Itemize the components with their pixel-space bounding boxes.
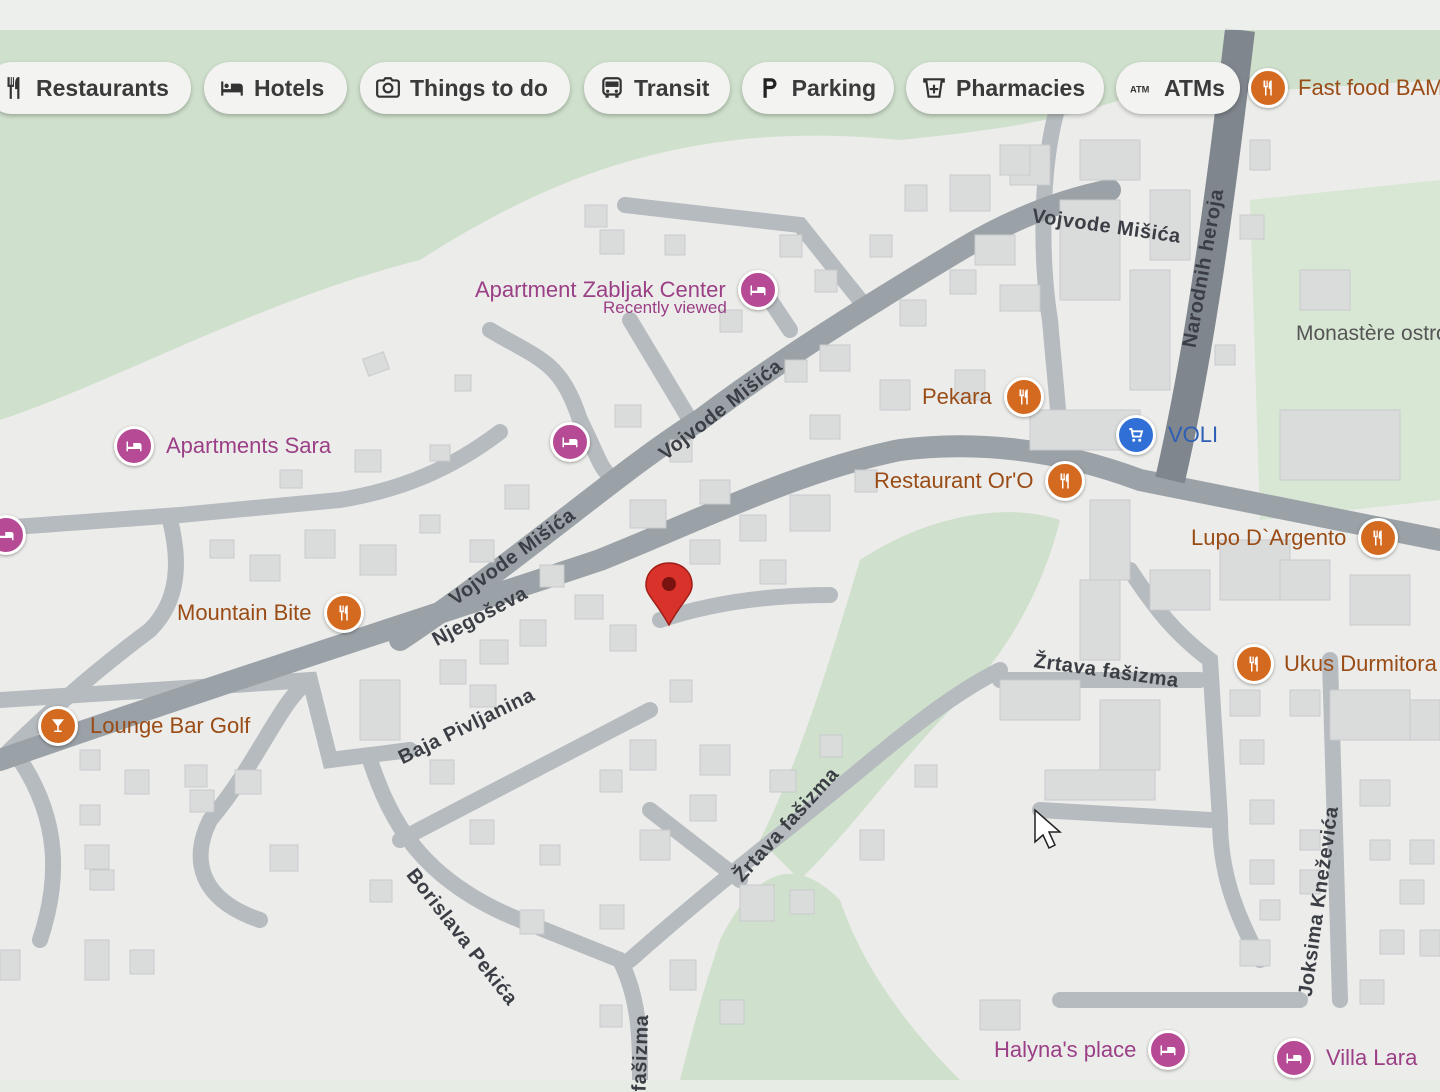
pharmacy-icon: [920, 74, 948, 102]
poi-label: Halyna's place: [994, 1037, 1137, 1062]
recently-viewed-note: Recently viewed: [603, 298, 727, 317]
poi-label: Villa Lara: [1326, 1045, 1418, 1070]
svg-text:ATM: ATM: [1130, 85, 1150, 95]
hotel-pin-icon: [1274, 1038, 1314, 1078]
street-label-zrtava-fasizma-bottom: fašizma: [628, 1014, 654, 1092]
hotel-pin-icon: [114, 426, 154, 466]
hotel-pin-icon: [0, 515, 26, 555]
restaurant-pin-icon: [1003, 377, 1044, 417]
parking-icon: [756, 74, 784, 102]
chip-label: Transit: [634, 74, 710, 101]
hotel-pin-icon: [550, 422, 590, 462]
poi-lupo-dargento[interactable]: Lupo D`Argento: [1191, 518, 1399, 558]
place-label-monastery: Monastère ostrog: [1296, 322, 1440, 345]
poi-hotel-unnamed[interactable]: [550, 422, 590, 462]
chip-hotels[interactable]: Hotels: [204, 62, 347, 114]
chip-label: Pharmacies: [956, 74, 1086, 101]
poi-label: Apartments Sara: [166, 433, 332, 458]
chip-label: Hotels: [254, 74, 325, 101]
shopping-cart-pin-icon: [1116, 415, 1156, 455]
poi-label: VOLI: [1168, 422, 1219, 447]
poi-voli[interactable]: VOLI: [1116, 415, 1218, 455]
poi-villa-lara[interactable]: Villa Lara: [1274, 1038, 1417, 1078]
poi-restaurant-oro[interactable]: Restaurant Or'O: [874, 461, 1086, 501]
poi-fast-food[interactable]: Fast food BAMI: [1248, 68, 1440, 108]
chip-label: Things to do: [410, 74, 548, 101]
atm-icon: ATM: [1130, 74, 1156, 102]
poi-lounge-bar-golf[interactable]: Lounge Bar Golf: [38, 706, 250, 746]
filter-chip-bar: Restaurants Hotels Things to do Transit …: [0, 62, 1440, 118]
poi-label: Restaurant Or'O: [874, 468, 1034, 493]
poi-label: Lounge Bar Golf: [90, 713, 251, 738]
restaurant-pin-icon: [1234, 644, 1274, 684]
poi-apartments-sara[interactable]: Apartments Sara: [114, 426, 331, 466]
bus-icon: [598, 74, 626, 102]
poi-label: Fast food BAMI: [1298, 75, 1440, 100]
chip-label: Restaurants: [36, 74, 169, 101]
poi-mountain-bite[interactable]: Mountain Bite: [177, 593, 364, 633]
chip-parking[interactable]: Parking: [742, 62, 894, 114]
poi-hotel-west-edge[interactable]: [0, 515, 26, 555]
top-band: [0, 0, 1440, 30]
poi-label: Pekara: [922, 384, 992, 409]
chip-restaurants[interactable]: Restaurants: [0, 62, 191, 114]
camera-icon: [374, 74, 402, 102]
fork-knife-icon: [0, 74, 28, 102]
poi-pekara[interactable]: Pekara: [922, 377, 1044, 417]
cocktail-pin-icon: [38, 706, 78, 746]
chip-pharmacies[interactable]: Pharmacies: [906, 62, 1104, 114]
hotel-pin-icon: [1148, 1030, 1189, 1070]
poi-label: Mountain Bite: [177, 600, 312, 625]
chip-transit[interactable]: Transit: [584, 62, 730, 114]
restaurant-pin-icon: [1248, 68, 1288, 108]
poi-ukus-durmitora[interactable]: Ukus Durmitora: [1234, 644, 1437, 684]
chip-label: Parking: [791, 74, 876, 101]
restaurant-pin-icon: [323, 593, 364, 633]
hotel-pin-icon: [737, 270, 778, 310]
restaurant-pin-icon: [1358, 518, 1399, 558]
bed-icon: [218, 74, 246, 102]
chip-atms[interactable]: ATM ATMs: [1116, 62, 1240, 114]
chip-things-to-do[interactable]: Things to do: [360, 62, 570, 114]
chip-label: ATMs: [1164, 74, 1225, 101]
poi-label: Ukus Durmitora: [1284, 651, 1437, 676]
poi-halynas-place[interactable]: Halyna's place: [994, 1030, 1189, 1070]
poi-label: Lupo D`Argento: [1191, 525, 1347, 550]
restaurant-pin-icon: [1045, 461, 1086, 501]
